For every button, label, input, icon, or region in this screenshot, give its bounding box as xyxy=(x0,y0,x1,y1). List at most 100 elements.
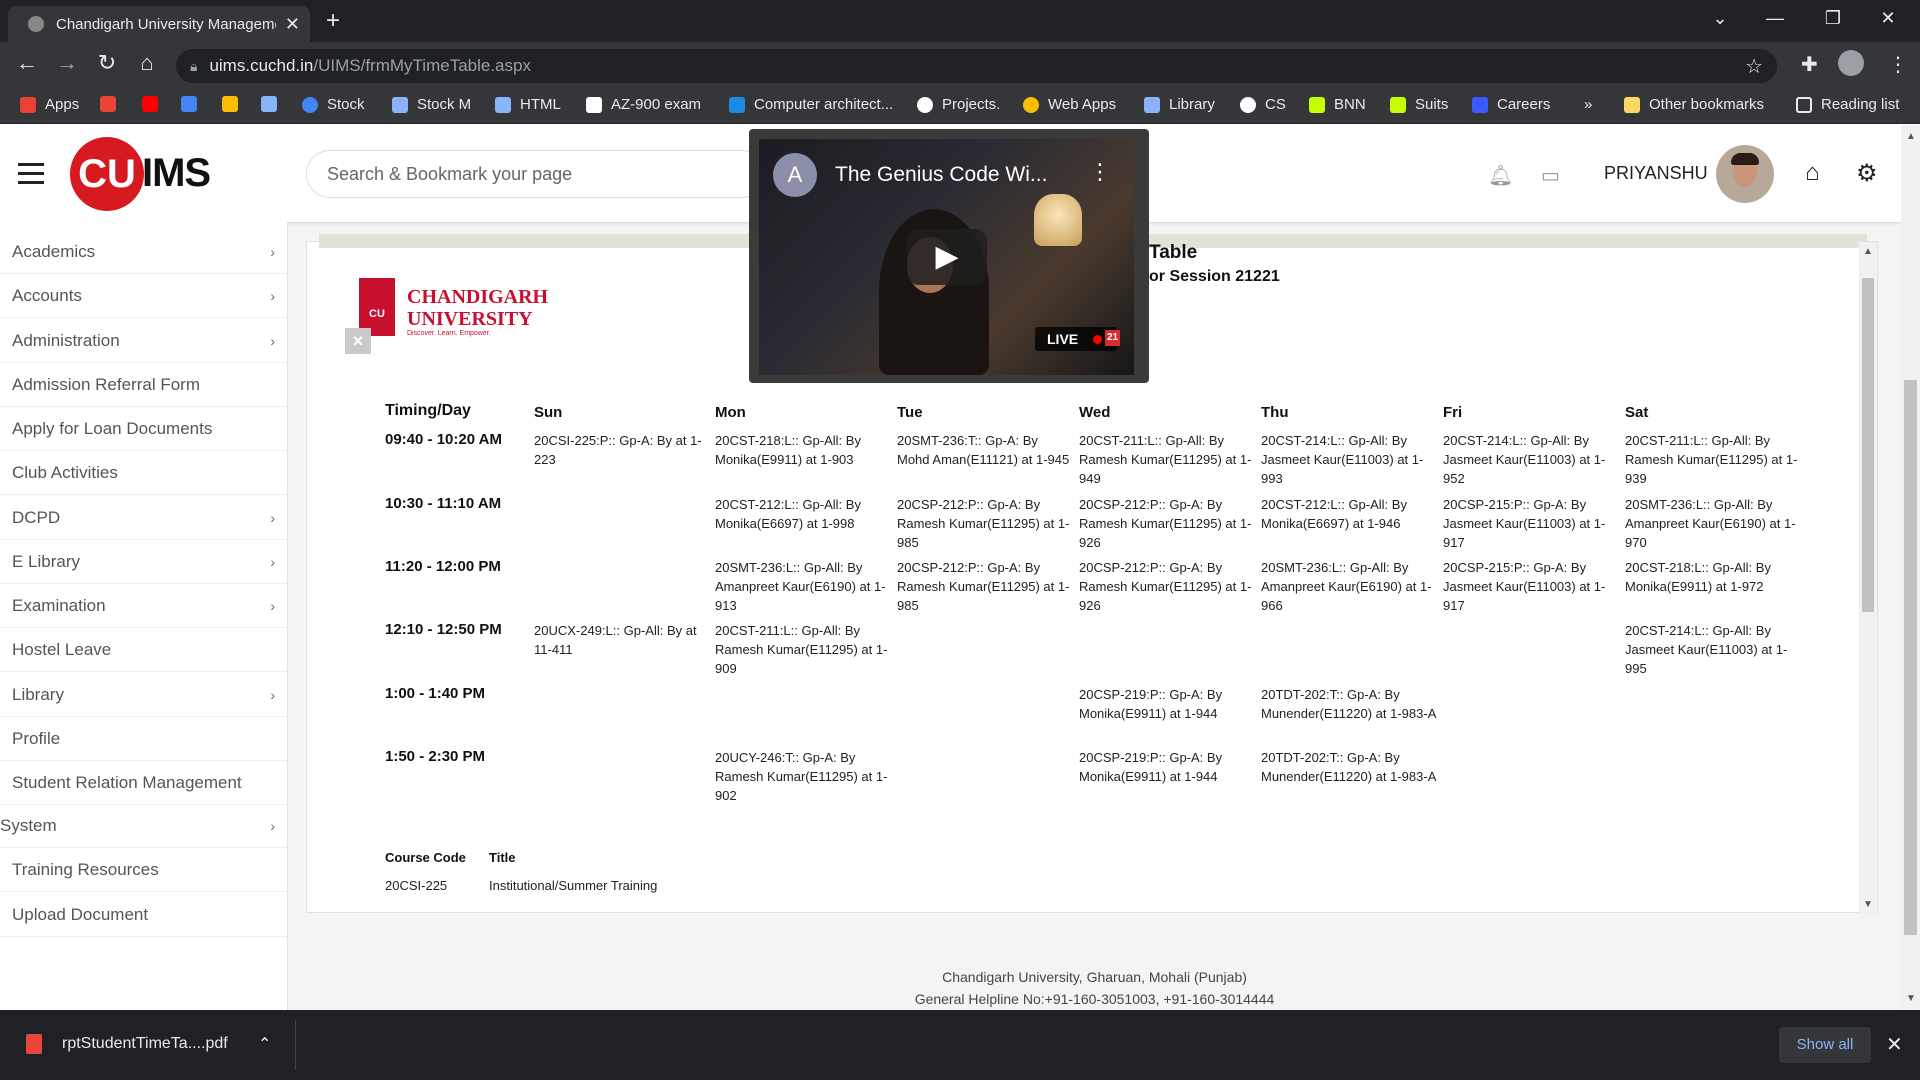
bookmark-stock-m[interactable]: Stock M xyxy=(392,96,471,113)
page-scrollbar[interactable]: ▲ ▼ xyxy=(1901,125,1920,1010)
bookmark-gmail[interactable] xyxy=(100,96,125,112)
profile-avatar-icon[interactable] xyxy=(1838,50,1864,76)
sidebar-item-examination[interactable]: Examination › xyxy=(0,584,287,628)
url-host: uims.cuchd.in xyxy=(209,56,314,75)
pdf-file-icon[interactable] xyxy=(26,1034,42,1054)
chevron-right-icon: › xyxy=(270,333,275,349)
download-file-name[interactable]: rptStudentTimeTa....pdf xyxy=(62,1035,228,1053)
close-shelf-icon[interactable]: ✕ xyxy=(1886,1032,1903,1057)
scroll-up-arrow-icon[interactable]: ▲ xyxy=(1906,131,1916,142)
time-slot: 11:20 - 12:00 PM xyxy=(385,558,501,575)
bookmark-label: » xyxy=(1584,96,1593,113)
sidebar-item-academics[interactable]: Academics › xyxy=(0,230,287,274)
video-title[interactable]: The Genius Code Wi... xyxy=(835,163,1047,187)
browser-menu-icon[interactable]: ⋮ xyxy=(1888,52,1908,77)
class-cell: 20CST-211:L:: Gp-All: By Ramesh Kumar(E1… xyxy=(1625,433,1798,486)
hamburger-menu-icon[interactable] xyxy=(18,163,44,184)
scroll-up-arrow-icon[interactable]: ▲ xyxy=(1863,246,1873,257)
bookmark-youtube[interactable] xyxy=(142,96,167,112)
time-slot: 1:00 - 1:40 PM xyxy=(385,685,486,702)
video-frame[interactable]: A The Genius Code Wi... ⋮ ▶ LIVE 21 xyxy=(759,139,1134,375)
gmail-icon xyxy=(100,96,116,112)
scroll-down-arrow-icon[interactable]: ▼ xyxy=(1863,899,1873,910)
address-bar[interactable]: 🔒︎ uims.cuchd.in /UIMS/frmMyTimeTable.as… xyxy=(176,49,1777,83)
browser-tab[interactable]: Chandigarh University Management ✕ xyxy=(8,6,310,42)
gear-icon[interactable]: ⚙ xyxy=(1856,159,1878,188)
uims-logo[interactable]: CU IMS xyxy=(70,135,218,211)
back-arrow-icon[interactable]: ← xyxy=(11,50,43,76)
bookmark-reading-list[interactable]: Reading list xyxy=(1796,96,1899,113)
page-scrollbar-thumb[interactable] xyxy=(1904,380,1917,935)
bookmark-label: Computer architect... xyxy=(754,96,894,113)
bookmark-gsuite[interactable] xyxy=(181,96,206,112)
report-scrollbar[interactable]: ▲ ▼ xyxy=(1859,242,1877,914)
extensions-icon[interactable]: ✚ xyxy=(1801,52,1818,77)
bookmark-projects[interactable]: Projects. xyxy=(917,96,1000,113)
sidebar-item-profile[interactable]: Profile xyxy=(0,717,287,761)
sidebar-item-e-library[interactable]: E Library › xyxy=(0,540,287,584)
sidebar-item-admission-referral-form[interactable]: Admission Referral Form xyxy=(0,363,287,407)
sidebar-item-student-relation-management[interactable]: Student Relation Management xyxy=(0,761,287,805)
avatar[interactable] xyxy=(1716,145,1774,203)
chevron-right-icon: › xyxy=(270,818,275,834)
bookmark-apps[interactable]: Apps xyxy=(20,96,79,113)
show-all-button[interactable]: Show all xyxy=(1779,1027,1871,1063)
minimize-window-button[interactable]: — xyxy=(1760,8,1790,29)
avatar-hair xyxy=(1731,153,1759,165)
maximize-window-button[interactable]: ❐ xyxy=(1818,8,1848,29)
new-tab-button[interactable]: + xyxy=(326,6,340,36)
username-label[interactable]: PRIYANSHU xyxy=(1604,163,1708,184)
sidebar-item-system[interactable]: System › xyxy=(0,804,287,848)
channel-avatar[interactable]: A xyxy=(773,153,817,197)
header-fri: Fri xyxy=(1443,404,1463,421)
live-badge: LIVE 21 xyxy=(1035,327,1121,351)
class-cell: 20SMT-236:L:: Gp-All: By Amanpreet Kaur(… xyxy=(1261,560,1432,613)
bookmark-bnn[interactable]: BNN xyxy=(1309,96,1366,113)
bookmark-computer-architecture[interactable]: Computer architect... xyxy=(729,96,893,113)
bookmark-az900[interactable]: AZ-900 exam xyxy=(586,96,701,113)
close-report-button[interactable]: × xyxy=(345,328,371,354)
report-scrollbar-thumb[interactable] xyxy=(1862,278,1874,612)
reload-icon[interactable]: ↻ xyxy=(91,50,123,76)
bookmark-library[interactable]: Library xyxy=(1144,96,1215,113)
header-sat: Sat xyxy=(1625,404,1649,421)
forward-arrow-icon[interactable]: → xyxy=(51,50,83,76)
bookmark-stock[interactable]: Stock xyxy=(302,96,365,113)
sidebar-item-dcpd[interactable]: DCPD › xyxy=(0,496,287,540)
sidebar-item-apply-loan-documents[interactable]: Apply for Loan Documents xyxy=(0,407,287,451)
home-icon[interactable]: ⌂ xyxy=(131,50,163,76)
bookmark-other-bookmarks[interactable]: Other bookmarks xyxy=(1624,96,1764,113)
bookmark-web-apps[interactable]: Web Apps xyxy=(1023,96,1116,113)
sidebar-item-accounts[interactable]: Accounts › xyxy=(0,274,287,318)
bookmark-html[interactable]: HTML xyxy=(495,96,561,113)
chevron-up-icon[interactable]: ⌃ xyxy=(258,1034,271,1054)
class-cell: 20UCX-249:L:: Gp-All: By at 11-411 xyxy=(534,623,697,657)
video-menu-icon[interactable]: ⋮ xyxy=(1089,159,1111,185)
sidebar-item-library[interactable]: Library › xyxy=(0,673,287,717)
bookmark-careers[interactable]: Careers xyxy=(1472,96,1550,113)
bookmark-drive[interactable] xyxy=(222,96,247,112)
bookmark-suits[interactable]: Suits xyxy=(1390,96,1448,113)
book-icon[interactable]: ▭ xyxy=(1541,163,1560,188)
search-input[interactable]: Search & Bookmark your page xyxy=(306,150,766,198)
sidebar-item-administration[interactable]: Administration › xyxy=(0,319,287,363)
bookmark-cs[interactable]: CS xyxy=(1240,96,1286,113)
sidebar-item-club-activities[interactable]: Club Activities xyxy=(0,451,287,495)
scroll-down-arrow-icon[interactable]: ▼ xyxy=(1906,993,1916,1004)
sidebar-item-hostel-leave[interactable]: Hostel Leave xyxy=(0,628,287,672)
play-icon[interactable]: ▶ xyxy=(907,229,987,285)
bell-icon[interactable]: 🔔︎ xyxy=(1488,163,1513,188)
home-icon[interactable]: ⌂ xyxy=(1805,159,1820,187)
sidebar-item-upload-document[interactable]: Upload Document xyxy=(0,893,287,937)
class-cell: 20CST-212:L:: Gp-All: By Monika(E6697) a… xyxy=(1261,497,1407,531)
more-bookmarks-chevron[interactable]: » xyxy=(1584,96,1592,113)
sidebar-item-training-resources[interactable]: Training Resources xyxy=(0,848,287,892)
picture-in-picture-video[interactable]: A The Genius Code Wi... ⋮ ▶ LIVE 21 xyxy=(749,129,1149,383)
tab-search-icon[interactable]: ⌄ xyxy=(1705,8,1735,29)
bookmark-network[interactable] xyxy=(261,96,286,112)
tab-close-icon[interactable]: ✕ xyxy=(285,14,300,35)
lock-icon[interactable]: 🔒︎ xyxy=(190,58,197,75)
university-slogan: Discover. Learn. Empower. xyxy=(407,330,491,337)
close-window-button[interactable]: ✕ xyxy=(1873,8,1903,29)
bookmark-star-icon[interactable]: ☆ xyxy=(1745,54,1763,79)
